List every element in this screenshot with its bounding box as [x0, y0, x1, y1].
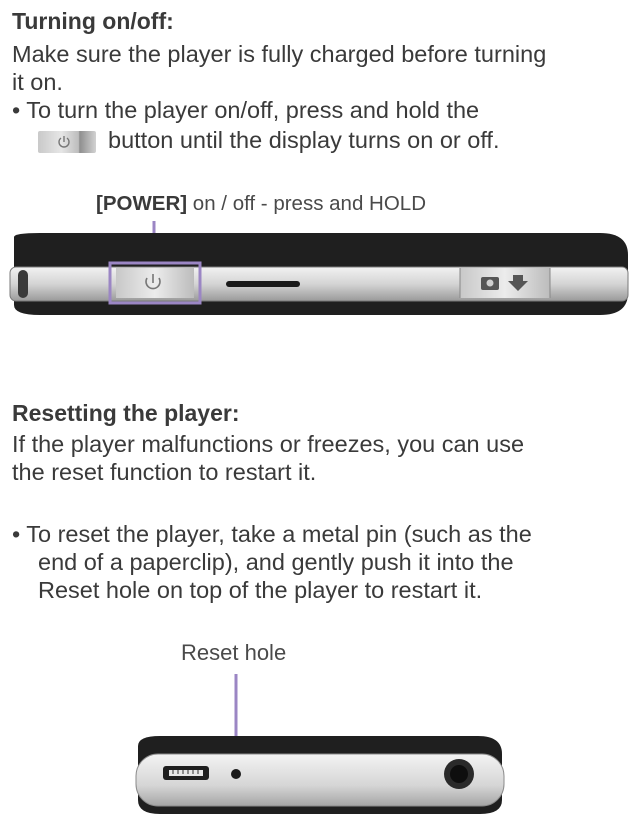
bullet-text: Reset hole on top of the player to resta… — [38, 577, 483, 603]
bullet-text: To reset the player, take a metal pin (s… — [26, 521, 532, 547]
device-slot — [226, 281, 300, 287]
player-top-illustration — [135, 674, 505, 814]
intro-line: the reset function to restart it. — [12, 459, 317, 485]
turning-on-bullet: • To turn the player on/off, press and ho… — [12, 96, 499, 154]
power-button — [108, 261, 202, 305]
resetting-bullet: • To reset the player, take a metal pin (… — [12, 520, 532, 604]
player-side-illustration — [9, 221, 629, 315]
usb-port-icon — [163, 766, 209, 780]
bullet-text: To turn the player on/off, press and hol… — [26, 97, 480, 123]
power-icon — [58, 135, 70, 148]
intro-line: If the player malfunctions or freezes, y… — [12, 431, 525, 457]
headphone-jack-icon — [444, 759, 474, 789]
reset-hole — [231, 769, 241, 779]
intro-line: it on. — [12, 69, 63, 95]
turning-on-off-heading: Turning on/off: — [12, 8, 174, 34]
resetting-heading: Resetting the player: — [12, 400, 240, 426]
resetting-intro: If the player malfunctions or freezes, y… — [12, 430, 524, 486]
device-end-cap — [18, 270, 28, 298]
inline-power-button-illustration — [38, 130, 96, 153]
camera-download-button — [459, 268, 551, 298]
bullet-dot: • — [12, 521, 21, 547]
bullet-text: button until the display turns on or off… — [108, 127, 500, 153]
reset-hole-label: Reset hole — [181, 640, 287, 665]
turning-on-intro: Make sure the player is fully charged be… — [12, 40, 546, 96]
bullet-text: end of a paperclip), and gently push it … — [38, 549, 514, 575]
bullet-dot: • — [12, 97, 21, 123]
intro-line: Make sure the player is fully charged be… — [12, 41, 547, 67]
power-callout-label: [POWER] on / off - press and HOLD — [96, 192, 427, 215]
